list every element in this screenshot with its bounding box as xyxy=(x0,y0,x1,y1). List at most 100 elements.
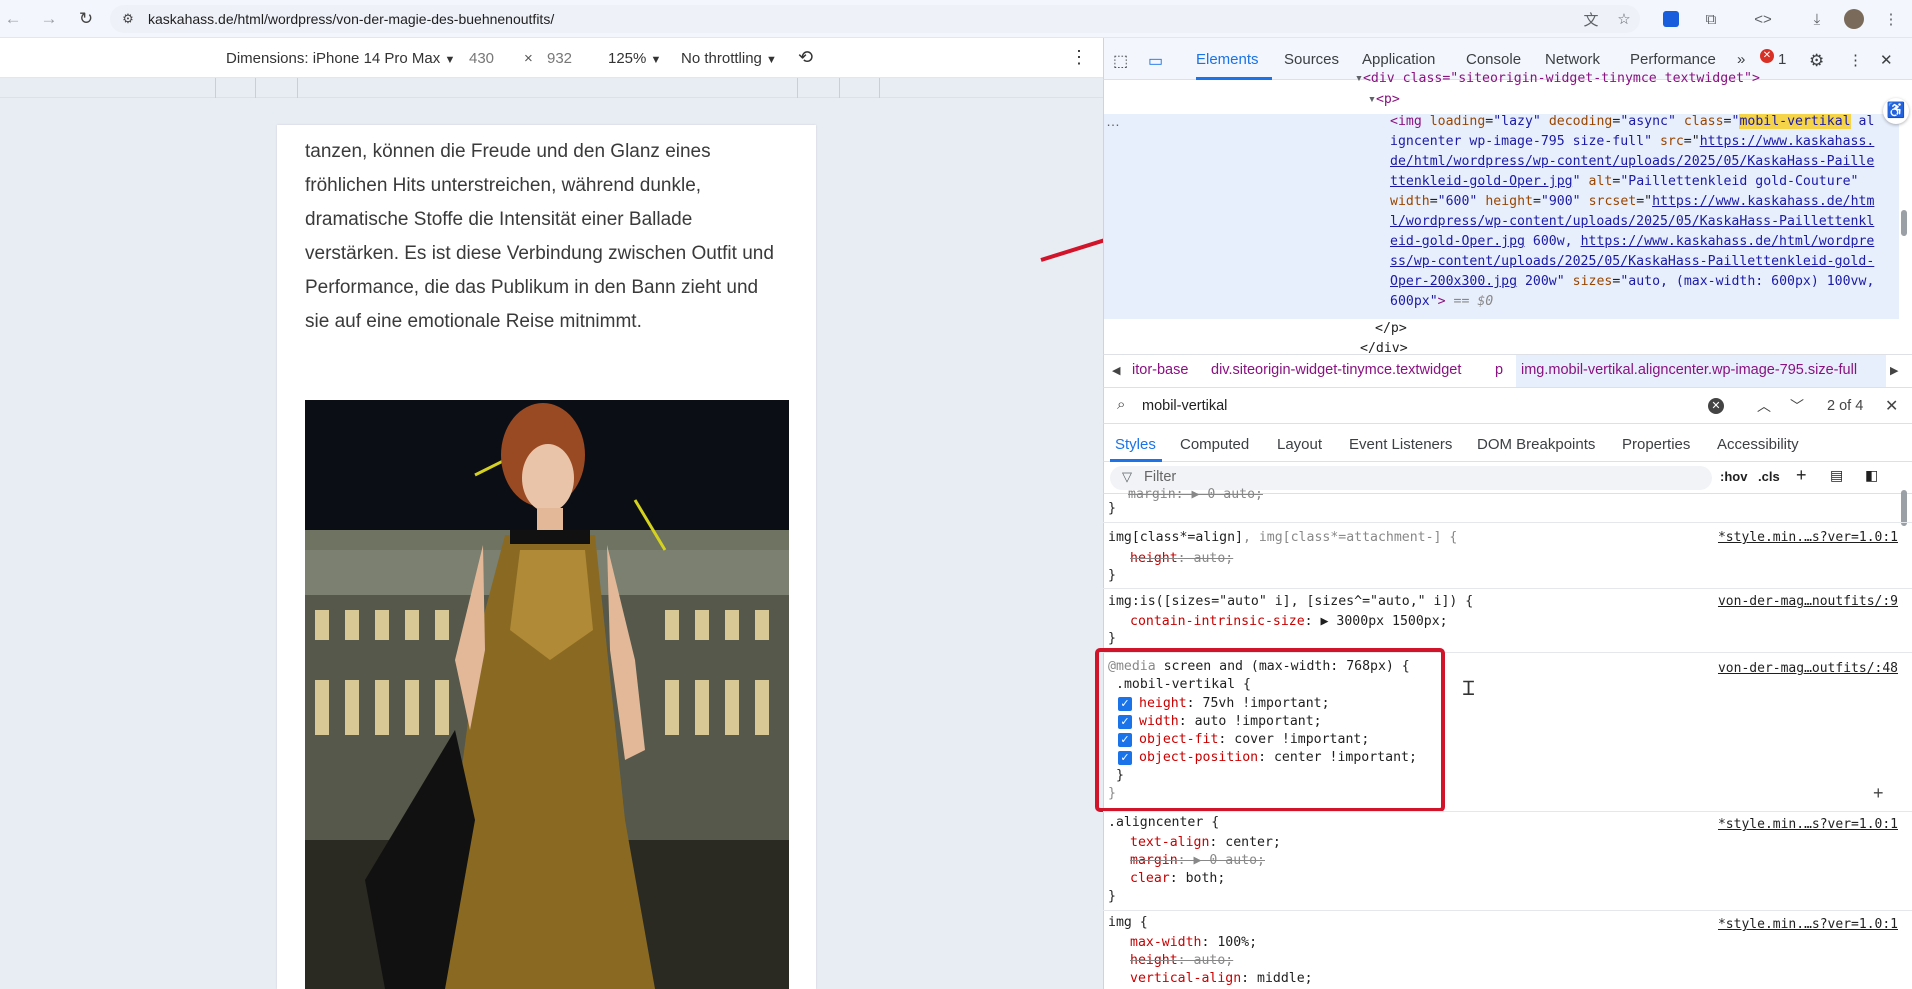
tab-properties[interactable]: Properties xyxy=(1622,436,1690,453)
dom-img-line-7[interactable]: eid-gold-Oper.jpg 600w, https://www.kask… xyxy=(1390,234,1874,249)
style-rule-4-source[interactable]: *style.min.…s?ver=1.0:1 xyxy=(1718,817,1898,832)
dom-img-line-10[interactable]: 600px"> == $0 xyxy=(1390,294,1493,309)
dom-line-close-p[interactable]: </p> xyxy=(1375,321,1407,336)
download-icon[interactable]: ⤓ xyxy=(1806,9,1828,29)
device-toggle-icon[interactable]: ▭ xyxy=(1148,51,1163,71)
menu-kebab-icon[interactable]: ⋮ xyxy=(1880,9,1902,29)
tab-console[interactable]: Console xyxy=(1466,51,1521,68)
extensions-icon[interactable]: ⧉ xyxy=(1700,9,1722,29)
dom-img-line-5[interactable]: width="600" height="900" srcset="https:/… xyxy=(1390,194,1874,209)
device-width-input[interactable]: 430 xyxy=(469,50,494,67)
code-icon[interactable]: <> xyxy=(1752,9,1774,29)
error-icon[interactable]: ✕ xyxy=(1760,49,1774,63)
ruler-tick xyxy=(215,78,216,98)
styles-scrollbar[interactable] xyxy=(1901,490,1907,526)
extension-bitwarden-icon[interactable] xyxy=(1660,9,1682,29)
tab-performance[interactable]: Performance xyxy=(1630,51,1716,68)
style-rule-4-decl[interactable]: clear: both; xyxy=(1108,871,1225,886)
tab-styles[interactable]: Styles xyxy=(1115,436,1156,453)
dom-line-close-div[interactable]: </div> xyxy=(1360,341,1408,353)
breadcrumb-item[interactable]: p xyxy=(1495,362,1503,378)
tab-sources[interactable]: Sources xyxy=(1284,51,1339,68)
style-rule-2-source[interactable]: von-der-mag…noutfits/:9 xyxy=(1718,594,1898,609)
search-input[interactable]: mobil-vertikal xyxy=(1142,398,1227,414)
throttling-select[interactable]: No throttling ▼ xyxy=(681,50,777,67)
search-prev-icon[interactable]: ︿ xyxy=(1757,396,1771,416)
style-rule-5-selector[interactable]: img { xyxy=(1108,915,1148,930)
rule-close-brace: } xyxy=(1108,889,1116,904)
device-more-icon[interactable]: ⋮ xyxy=(1070,47,1088,68)
device-height-input[interactable]: 932 xyxy=(547,50,572,67)
tab-computed[interactable]: Computed xyxy=(1180,436,1249,453)
search-next-icon[interactable]: ﹀ xyxy=(1790,396,1804,416)
dom-img-line-8[interactable]: ss/wp-content/uploads/2025/05/KaskaHass-… xyxy=(1390,254,1874,269)
style-rule-4-selector[interactable]: .aligncenter { xyxy=(1108,815,1219,830)
error-count[interactable]: 1 xyxy=(1778,51,1786,68)
tab-elements[interactable]: Elements xyxy=(1196,51,1259,68)
text-cursor-icon: Ɪ xyxy=(1463,678,1475,700)
style-rule-5-decl[interactable]: height: auto; xyxy=(1108,953,1233,968)
style-rule-1-selector[interactable]: img[class*=align], img[class*=attachment… xyxy=(1108,530,1457,545)
style-rule-5-decl[interactable]: vertical-align: middle; xyxy=(1108,971,1313,986)
close-devtools-icon[interactable]: ✕ xyxy=(1880,51,1893,69)
translate-icon[interactable]: 文 xyxy=(1580,9,1602,29)
dom-line-div[interactable]: ▾<div class="siteorigin-widget-tinymce t… xyxy=(1355,71,1760,86)
settings-gear-icon[interactable]: ⚙ xyxy=(1809,51,1824,71)
dom-img-line-1[interactable]: <img loading="lazy" decoding="async" cla… xyxy=(1390,114,1874,129)
dom-line-p[interactable]: ▾<p> xyxy=(1368,92,1400,107)
hov-toggle[interactable]: :hov xyxy=(1720,469,1747,484)
avatar[interactable] xyxy=(1844,9,1864,29)
breadcrumb-left-icon[interactable]: ◀ xyxy=(1112,364,1120,377)
back-icon[interactable]: ← xyxy=(2,8,24,30)
style-rule-5-source[interactable]: *style.min.…s?ver=1.0:1 xyxy=(1718,917,1898,932)
style-rule-1-source[interactable]: *style.min.…s?ver=1.0:1 xyxy=(1718,530,1898,545)
filter-icon: ▽ xyxy=(1122,469,1132,484)
add-declaration-icon[interactable]: + xyxy=(1873,783,1884,804)
ruler-tick xyxy=(879,78,880,98)
style-rule-4-decl[interactable]: margin: ▶ 0 auto; xyxy=(1108,853,1265,868)
tab-event-listeners[interactable]: Event Listeners xyxy=(1349,436,1452,453)
devtools-menu-icon[interactable]: ⋮ xyxy=(1848,51,1863,69)
node-ellipsis-icon[interactable]: … xyxy=(1106,113,1120,129)
dom-img-line-3[interactable]: de/html/wordpress/wp-content/uploads/202… xyxy=(1390,154,1874,169)
site-info-icon[interactable]: ⚙ xyxy=(120,11,136,27)
paint-icon[interactable]: ▤ xyxy=(1830,467,1843,484)
dom-img-line-2[interactable]: igncenter wp-image-795 size-full" src="h… xyxy=(1390,134,1874,149)
style-rule-2-selector[interactable]: img:is([sizes="auto" i], [sizes^="auto,"… xyxy=(1108,594,1473,609)
tab-application[interactable]: Application xyxy=(1362,51,1435,68)
inspect-element-icon[interactable]: ⬚ xyxy=(1113,51,1128,71)
accessibility-icon[interactable]: ♿ xyxy=(1883,98,1909,124)
dom-scrollbar[interactable] xyxy=(1901,210,1907,236)
sidebar-toggle-icon[interactable]: ◧ xyxy=(1865,467,1878,484)
more-tabs-icon[interactable]: » xyxy=(1737,51,1745,68)
tab-network[interactable]: Network xyxy=(1545,51,1600,68)
style-rule-1-decl[interactable]: height: auto; xyxy=(1108,551,1233,566)
new-rule-icon[interactable]: + xyxy=(1796,465,1807,486)
breadcrumb-right-icon[interactable]: ▶ xyxy=(1890,364,1898,377)
reload-icon[interactable]: ↻ xyxy=(75,8,97,30)
forward-icon[interactable]: → xyxy=(38,8,60,30)
style-rule-4-decl[interactable]: text-align: center; xyxy=(1108,835,1281,850)
close-search-icon[interactable]: ✕ xyxy=(1885,396,1898,416)
dom-img-line-9[interactable]: Oper-200x300.jpg 200w" sizes="auto, (max… xyxy=(1390,274,1874,289)
style-rule-2-decl[interactable]: contain-intrinsic-size: ▶ 3000px 1500px; xyxy=(1108,614,1448,629)
breadcrumb-item[interactable]: itor-base xyxy=(1132,362,1188,378)
cls-toggle[interactable]: .cls xyxy=(1758,469,1780,484)
device-dimensions-select[interactable]: Dimensions: iPhone 14 Pro Max ▼ xyxy=(226,50,455,67)
throttling-label: No throttling xyxy=(681,50,762,67)
tab-dom-breakpoints[interactable]: DOM Breakpoints xyxy=(1477,436,1595,453)
tab-accessibility[interactable]: Accessibility xyxy=(1717,436,1799,453)
style-rule-5-decl[interactable]: max-width: 100%; xyxy=(1108,935,1257,950)
tab-layout[interactable]: Layout xyxy=(1277,436,1322,453)
url-text[interactable]: kaskahass.de/html/wordpress/von-der-magi… xyxy=(148,11,554,27)
dom-img-line-6[interactable]: l/wordpress/wp-content/uploads/2025/05/K… xyxy=(1390,214,1874,229)
breadcrumb-item[interactable]: div.siteorigin-widget-tinymce.textwidget xyxy=(1211,362,1461,378)
clear-search-icon[interactable]: ✕ xyxy=(1708,398,1724,414)
bookmark-star-icon[interactable]: ☆ xyxy=(1613,9,1635,29)
rotate-icon[interactable]: ⟲ xyxy=(798,47,813,68)
dom-img-line-4[interactable]: ttenkleid-gold-Oper.jpg" alt="Pailletten… xyxy=(1390,174,1859,189)
zoom-select[interactable]: 125% ▼ xyxy=(608,50,661,67)
breadcrumb-item-active[interactable]: img.mobil-vertikal.aligncenter.wp-image-… xyxy=(1521,362,1857,378)
style-rule-3-source[interactable]: von-der-mag…outfits/:48 xyxy=(1718,661,1898,676)
rule-close-brace: } xyxy=(1108,631,1116,646)
